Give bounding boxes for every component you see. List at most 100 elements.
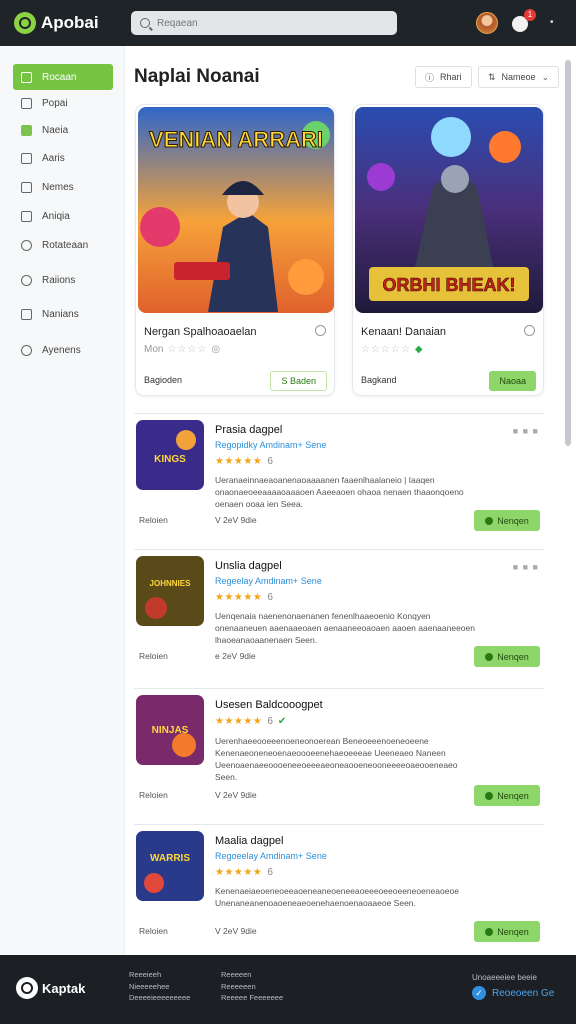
featured-developer: Bagioden: [144, 375, 183, 385]
footer-link[interactable]: Reeeeen: [221, 969, 283, 981]
app-logo[interactable]: Apobai: [14, 12, 99, 34]
featured-card[interactable]: VENIAN ARRARI Nergan Spalhoaoaelan Mon ☆…: [135, 104, 335, 396]
install-button[interactable]: Nenqen: [474, 510, 540, 531]
footer-link[interactable]: Reeeieeh: [129, 969, 190, 981]
download-icon: [485, 516, 494, 525]
sidebar-item-ayenens[interactable]: Ayenens: [13, 337, 113, 363]
sidebar-item-aniqia[interactable]: Aniqia: [13, 203, 113, 229]
featured-art-title: ORBHI BHEAK!: [383, 275, 516, 295]
install-button[interactable]: Nenqen: [474, 646, 540, 667]
install-button[interactable]: Nenqen: [474, 785, 540, 806]
rating-stars: ☆☆☆☆: [167, 344, 208, 355]
footer-label: Unoaeeeiee beeie: [472, 973, 537, 982]
footer: Kaptak Reeeieeh Nieeeeehee Deeeeieeeeeee…: [0, 955, 576, 1024]
app-subtitle[interactable]: Regeelay Amdinam+ Sene: [215, 576, 322, 586]
app-list-item[interactable]: KINGS Prasia dagpel Regopidky Amdinam+ S…: [134, 414, 544, 544]
search-input[interactable]: [157, 17, 377, 29]
footer-link[interactable]: Reeeeeen: [221, 981, 283, 993]
sort-dropdown[interactable]: ⇅ Nameoe ⌄: [478, 66, 560, 88]
filter-label: Rhari: [440, 72, 462, 82]
app-icon[interactable]: WARRIS: [136, 831, 204, 901]
app-size: V 2eV 9die: [215, 926, 257, 936]
featured-artwork[interactable]: ORBHI BHEAK!: [355, 107, 543, 313]
featured-install-button[interactable]: Naoaa: [489, 371, 536, 391]
app-title[interactable]: Unslia dagpel: [215, 560, 282, 572]
info-icon[interactable]: [315, 325, 326, 336]
app-category: Reloien: [139, 790, 168, 800]
app-list-item[interactable]: NINJAS Usesen Baldcooogpet ★★★★★ 6 ✔ Ueren…: [134, 689, 544, 819]
rating-stars: ★★★★★: [215, 592, 263, 603]
chevron-down-icon: ⌄: [541, 71, 550, 82]
search-icon: [140, 18, 150, 28]
pen-icon: [21, 210, 32, 222]
sidebar-item-label: Rocaan: [42, 71, 77, 83]
app-category: Reloien: [139, 926, 168, 936]
app-subtitle[interactable]: Regopidky Amdinam+ Sene: [215, 440, 326, 450]
sidebar-item-label: Raiions: [42, 274, 76, 286]
app-list-item[interactable]: WARRIS Maalia dagpel Regoeelay Amdinam+ …: [134, 825, 544, 953]
thumb-text: NINJAS: [152, 725, 189, 736]
sidebar-item-label: Nemes: [42, 181, 74, 193]
search-bar[interactable]: [131, 11, 397, 35]
document-icon: [21, 308, 32, 320]
row-actions[interactable]: ■ ■ ■: [513, 562, 539, 572]
globe-icon: [21, 274, 32, 286]
info-icon[interactable]: [524, 325, 535, 336]
sidebar-item-label: Aaris: [42, 152, 65, 164]
sidebar-item-label: Naeia: [42, 124, 69, 136]
sidebar-item-aaris[interactable]: Aaris: [13, 145, 113, 171]
footer-link[interactable]: Reeeee Feeeeeee: [221, 992, 283, 1004]
app-title[interactable]: Maalia dagpel: [215, 835, 284, 847]
sidebar: Rocaan Popai Naeia Aaris Nemes Aniqia Ro…: [0, 46, 125, 955]
app-name: Apobai: [41, 13, 99, 32]
rating-stars: ★★★★★: [215, 867, 263, 878]
featured-install-button[interactable]: S Baden: [270, 371, 327, 391]
verified-icon: ◎: [211, 344, 221, 355]
filter-button[interactable]: ⓘ Rhari: [415, 66, 472, 88]
footer-link[interactable]: Nieeeeehee: [129, 981, 190, 993]
install-button[interactable]: Nenqen: [474, 921, 540, 942]
app-icon[interactable]: JOHNNIES: [136, 556, 204, 626]
app-rating: ★★★★★ 6: [215, 867, 273, 878]
home-icon: [21, 97, 32, 109]
sidebar-item-popai[interactable]: Popai: [13, 90, 113, 116]
sidebar-item-raiions[interactable]: Raiions: [13, 267, 113, 293]
thumb-text: WARRIS: [150, 853, 190, 864]
app-size: e 2eV 9die: [215, 651, 256, 661]
app-title[interactable]: Prasia dagpel: [215, 424, 282, 436]
footer-logo[interactable]: Kaptak: [16, 977, 85, 999]
window-icon: [21, 152, 32, 164]
grid-icon: [21, 181, 32, 193]
app-description: Uerenhaeeooeeenoeneonoerean Beneoeeenoen…: [215, 736, 458, 782]
featured-art-title: VENIAN ARRARI: [149, 127, 323, 152]
app-list-item[interactable]: JOHNNIES Unslia dagpel Regeelay Amdinam+…: [134, 550, 544, 680]
download-icon: [485, 927, 494, 936]
app-description: Kenenaeiaeoeneoeeaoeneaneoeneeaoeeeoeeoe…: [215, 886, 459, 908]
app-subtitle[interactable]: Regoeelay Amdinam+ Sene: [215, 851, 327, 861]
logo-icon: [16, 977, 38, 999]
footer-cta-link[interactable]: ✓ Reoeoeen Ge: [472, 986, 554, 1000]
featured-rating: Mon ☆☆☆☆ ◎: [144, 344, 221, 355]
sidebar-item-rotateaan[interactable]: Rotateaan: [13, 232, 113, 258]
app-rating: ★★★★★ 6 ✔: [215, 716, 287, 727]
thumb-text: JOHNNIES: [150, 579, 192, 588]
footer-link[interactable]: Deeeeieeeeeeeee: [129, 992, 190, 1004]
app-description: Uenqenaia naenenonaenanen fenenlhaaeoeni…: [215, 611, 475, 645]
featured-artwork[interactable]: VENIAN ARRARI: [138, 107, 334, 313]
app-icon[interactable]: KINGS: [136, 420, 204, 490]
user-avatar[interactable]: [476, 12, 498, 34]
row-actions[interactable]: ■ ■ ■: [513, 426, 539, 436]
sidebar-item-nemes[interactable]: Nemes: [13, 174, 113, 200]
featured-card[interactable]: ORBHI BHEAK! Kenaan! Danaian ☆☆☆☆☆ ◆ Bag…: [352, 104, 544, 396]
featured-rating: ☆☆☆☆☆ ◆: [361, 344, 423, 355]
sidebar-item-naeia[interactable]: Naeia: [13, 117, 113, 143]
app-title[interactable]: Usesen Baldcooogpet: [215, 699, 323, 711]
app-icon[interactable]: NINJAS: [136, 695, 204, 765]
footer-links-column: Reeeieeh Nieeeeehee Deeeeieeeeeeeee: [129, 969, 190, 1004]
more-icon[interactable]: •: [550, 17, 554, 28]
scrollbar[interactable]: [565, 60, 571, 446]
notifications-button[interactable]: 1: [512, 9, 536, 33]
sidebar-item-nanians[interactable]: Nanians: [13, 301, 113, 327]
sidebar-item-label: Rotateaan: [42, 239, 89, 251]
sidebar-item-rocaan[interactable]: Rocaan: [13, 64, 113, 90]
